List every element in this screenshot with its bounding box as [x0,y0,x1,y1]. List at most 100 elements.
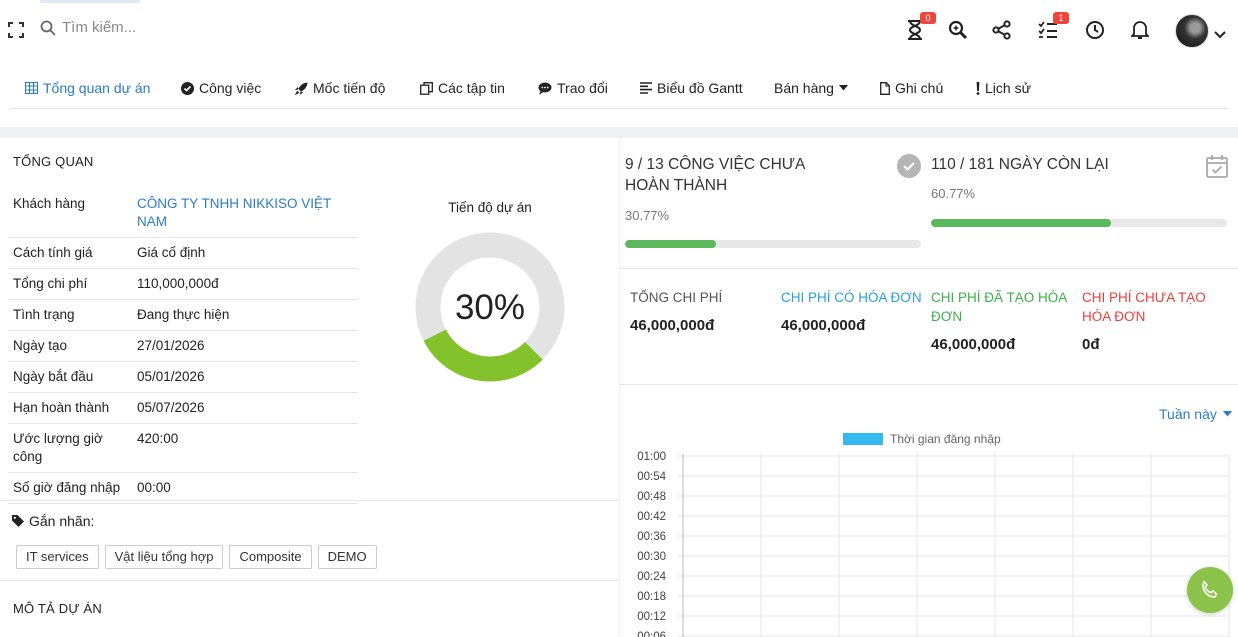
tasks-stat-title: 9 / 13 CÔNG VIỆC CHƯA HOÀN THÀNH [625,156,805,194]
tasks-button[interactable]: 1 [1037,12,1069,41]
tab-files[interactable]: Các tập tin [420,78,505,98]
overview-title: TỔNG QUAN [13,154,94,169]
tag-icon [12,515,24,527]
share-button[interactable] [991,19,1013,41]
y-tick-label: 00:42 [637,511,666,523]
tag-item[interactable]: Composite [229,545,312,569]
tab-sales[interactable]: Bán hàng [774,78,848,98]
tasks-progress-fill [625,240,717,248]
divider [620,268,1238,269]
history-button[interactable] [1084,19,1106,41]
chart-y-ticks: 01:00 00:54 00:48 00:42 00:36 00:30 00:24 00:18… [637,451,666,637]
timer-button[interactable]: 0 [904,12,936,41]
clock-icon [1086,21,1104,39]
table-row: Tình trạng Đang thực hiện [8,300,358,331]
cost-invoice-created: CHI PHÍ ĐÃ TẠO HÓA ĐƠN 46,000,000đ [931,290,1067,353]
table-row: Tổng chi phí 110,000,000đ [8,269,358,300]
y-tick-label: 00:06 [637,631,666,637]
tab-milestones[interactable]: Mốc tiến độ [295,78,385,98]
advanced-search-button[interactable] [947,19,969,41]
legend-label: Thời gian đăng nhập [890,432,1001,446]
rocket-icon [295,82,308,95]
table-row: Ước lượng giờ công 420:00 [8,424,358,473]
chart-svg: Thời gian đăng nhập 01:00 00:54 00:48 00:42… [637,432,1230,637]
y-tick-label: 00:24 [637,571,666,583]
tag-item[interactable]: DEMO [317,545,377,569]
legend-swatch [843,433,883,445]
y-tick-label: 00:48 [637,491,666,503]
tab-tasks[interactable]: Công việc [181,78,261,98]
progress-label: Tiến độ dự án [448,200,532,215]
table-icon [25,82,38,94]
days-stat-percent: 60.77% [931,186,976,201]
customer-link[interactable]: CÔNG TY TNHH NIKKISO VIỆT NAM [137,195,353,231]
check-circle-grey-icon [897,154,921,183]
tag-item[interactable]: IT services [16,545,99,569]
avatar[interactable] [1175,14,1209,48]
donut-chart: 30% [415,232,565,382]
table-row: Ngày bắt đầu 05/01/2026 [8,362,358,393]
y-tick-label: 00:36 [637,531,666,543]
description-title: MÔ TẢ DỰ ÁN [13,601,102,616]
fullscreen-icon[interactable] [8,22,24,38]
days-progress-fill [931,219,1111,227]
exclamation-icon [976,81,980,95]
y-tick-label: 00:54 [637,471,666,483]
y-tick-label: 00:30 [637,551,666,563]
y-tick-label: 01:00 [637,451,666,463]
cost-invoiced: CHI PHÍ CÓ HÓA ĐƠN 46,000,000đ [781,290,922,334]
top-bar: 0 1 [0,0,1238,60]
notifications-button[interactable] [1129,19,1151,41]
tag-item[interactable]: Vật liệu tổng hợp [104,545,224,569]
tasks-stat-percent: 30.77% [625,208,670,223]
list-icon [640,82,652,94]
caret-down-icon [838,85,848,91]
days-stat-title: 110 / 181 NGÀY CÒN LẠI [931,156,1109,173]
tab-notes[interactable]: Ghi chú [880,78,943,98]
days-progress-bar [931,219,1227,227]
calendar-check-icon [1206,154,1228,183]
table-row: Khách hàng CÔNG TY TNHH NIKKISO VIỆT NAM [8,188,358,238]
tags-title: Gắn nhãn: [12,513,94,529]
timer-badge: 0 [920,12,936,24]
call-button[interactable] [1187,567,1233,613]
tasks-badge: 1 [1053,12,1069,24]
y-tick-label: 00:12 [637,611,666,623]
chart-grid [678,454,1230,637]
overview-table: Khách hàng CÔNG TY TNHH NIKKISO VIỆT NAM … [8,188,358,504]
overview-panel: TỔNG QUAN Khách hàng CÔNG TY TNHH NIKKISO… [0,138,619,637]
divider [0,500,619,501]
files-icon [420,81,433,95]
tab-project-overview[interactable]: Tổng quan dự án [25,78,150,98]
search-zoom-icon [948,20,968,40]
top-accent-bar [40,0,140,3]
share-icon [992,20,1011,40]
divider [620,384,1238,385]
bell-icon [1131,21,1149,39]
tab-gantt-chart[interactable]: Biểu đồ Gantt [640,78,743,98]
search-icon [40,20,56,36]
tag-list: IT services Vật liệu tổng hợp Composite … [16,545,377,569]
progress-donut: Tiến độ dự án 30% [410,200,570,387]
progress-value: 30% [455,288,525,327]
tab-discussions[interactable]: Trao đổi [538,78,608,98]
table-row: Hạn hoàn thành 05/07/2026 [8,393,358,424]
cost-not-invoiced: CHI PHÍ CHƯA TẠO HÓA ĐƠN 0đ [1082,290,1206,353]
table-row: Ngày tạo 27/01/2026 [8,331,358,362]
table-row: Cách tính giá Giá cố định [8,238,358,269]
file-icon [880,81,890,95]
cost-total: TỔNG CHI PHÍ 46,000,000đ [630,290,723,334]
tab-history[interactable]: Lịch sử [976,78,1031,98]
search-input[interactable] [62,19,262,36]
login-time-chart: Tuần này Thời gian đăng nhập 01:00 00:54 0… [620,386,1238,637]
tasks-progress-bar [625,240,921,248]
chat-icon [538,82,552,94]
phone-icon [1202,580,1218,598]
tabs-panel: Tổng quan dự án Công việc Mốc tiến độ Cá… [0,60,1238,127]
divider [0,580,619,581]
check-circle-icon [181,81,194,95]
search-box [40,19,262,36]
chevron-down-icon[interactable] [1214,26,1226,44]
chart-legend: Thời gian đăng nhập [843,432,1001,446]
project-tabs: Tổng quan dự án Công việc Mốc tiến độ Cá… [10,78,1228,109]
